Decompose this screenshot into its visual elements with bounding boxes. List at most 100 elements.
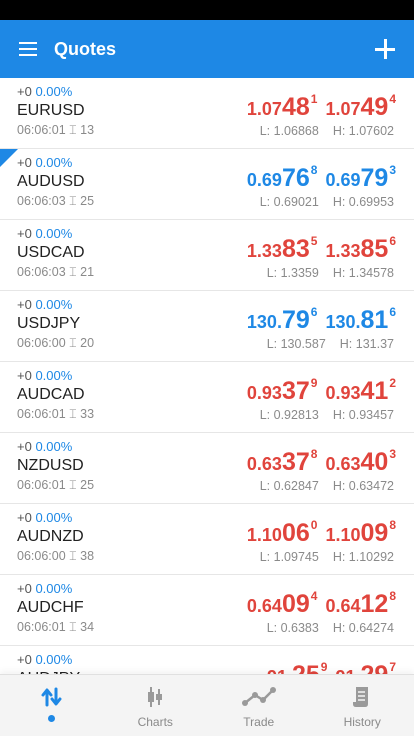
bid-price-pips: 76 bbox=[281, 164, 310, 192]
high-value: H: 1.07602 bbox=[332, 124, 394, 138]
ask-price-pips: 12 bbox=[360, 590, 389, 618]
tab-history[interactable]: History bbox=[311, 675, 414, 736]
ask-price[interactable]: 1.10098 bbox=[325, 518, 396, 548]
change-percent: 0.00% bbox=[35, 510, 73, 525]
ask-price-pips: 81 bbox=[360, 306, 389, 334]
ask-price-pips: 85 bbox=[360, 235, 389, 263]
spread-icon: ⌶ bbox=[69, 407, 81, 421]
ask-price[interactable]: 130.816 bbox=[325, 305, 396, 335]
spread-value: 38 bbox=[80, 549, 95, 563]
quote-meta: 06:06:01 ⌶ 25 bbox=[17, 478, 94, 493]
ask-price[interactable]: 1.07494 bbox=[325, 92, 396, 122]
tab-trade[interactable]: Trade bbox=[207, 675, 311, 736]
quote-row[interactable]: +0 0.00% USDCAD 06:06:03 ⌶ 21 1.33835 1.… bbox=[0, 220, 414, 291]
bid-price[interactable]: 0.64094 bbox=[247, 589, 318, 619]
tab-label: Charts bbox=[137, 715, 173, 729]
ask-price-fraction: 2 bbox=[389, 376, 396, 390]
ask-price-pips: 41 bbox=[360, 377, 389, 405]
bid-price[interactable]: 1.33835 bbox=[247, 234, 318, 264]
change-points: +0 bbox=[17, 652, 32, 667]
tab-label: Trade bbox=[243, 715, 275, 729]
change: +0 0.00% bbox=[17, 155, 72, 170]
ask-price-fraction: 6 bbox=[389, 305, 396, 319]
spread-value: 21 bbox=[80, 265, 95, 279]
change-percent: 0.00% bbox=[35, 155, 73, 170]
quote-row[interactable]: +0 0.00% AUDCAD 06:06:01 ⌶ 33 0.93379 0.… bbox=[0, 362, 414, 433]
ask-price-fraction: 8 bbox=[389, 518, 396, 532]
quote-row[interactable]: +0 0.00% AUDCHF 06:06:01 ⌶ 34 0.64094 0.… bbox=[0, 575, 414, 646]
low-value: L: 0.69021 bbox=[259, 195, 319, 209]
quote-row[interactable]: +0 0.00% AUDUSD 06:06:03 ⌶ 25 0.69768 0.… bbox=[0, 149, 414, 220]
ask-price[interactable]: 1.33856 bbox=[325, 234, 396, 264]
ask-price[interactable]: 0.64128 bbox=[325, 589, 396, 619]
bid-price[interactable]: 130.796 bbox=[247, 305, 318, 335]
change: +0 0.00% bbox=[17, 510, 72, 525]
bid-price-prefix: 0.93 bbox=[246, 383, 282, 403]
change-points: +0 bbox=[17, 368, 32, 383]
ask-price[interactable]: 0.69793 bbox=[325, 163, 396, 193]
quote-row[interactable]: +0 0.00% NZDUSD 06:06:01 ⌶ 25 0.63378 0.… bbox=[0, 433, 414, 504]
symbol-name: AUDCAD bbox=[17, 386, 85, 403]
bid-price-pips: 06 bbox=[281, 519, 310, 547]
ask-price-prefix: 1.07 bbox=[325, 99, 361, 119]
bid-price-fraction: 8 bbox=[310, 163, 318, 177]
quote-row[interactable]: +0 0.00% EURUSD 06:06:01 ⌶ 13 1.07481 1.… bbox=[0, 78, 414, 149]
bid-price[interactable]: 0.69768 bbox=[247, 163, 318, 193]
change-percent: 0.00% bbox=[35, 297, 73, 312]
hamburger-icon bbox=[19, 42, 37, 56]
bid-price-prefix: 0.69 bbox=[246, 170, 282, 190]
low-value: L: 0.6383 bbox=[266, 621, 319, 635]
bid-price-pips: 37 bbox=[281, 448, 310, 476]
prices: 0.69768 0.69793 bbox=[247, 163, 396, 193]
bid-price[interactable]: 0.93379 bbox=[247, 376, 318, 406]
quote-row[interactable]: +0 0.00% AUDJPY 91.259 91.297 bbox=[0, 646, 414, 674]
prices: 130.796 130.816 bbox=[247, 305, 396, 335]
quote-row[interactable]: +0 0.00% AUDNZD 06:06:00 ⌶ 38 1.10060 1.… bbox=[0, 504, 414, 575]
quote-meta: 06:06:01 ⌶ 34 bbox=[17, 620, 94, 635]
low-value: L: 1.06868 bbox=[259, 124, 319, 138]
change-percent: 0.00% bbox=[35, 439, 73, 454]
menu-button[interactable] bbox=[0, 20, 56, 78]
bid-price[interactable]: 91.259 bbox=[267, 660, 328, 674]
plus-icon bbox=[375, 39, 395, 59]
bid-price-fraction: 5 bbox=[310, 234, 318, 248]
low-high: L: 0.62847 H: 0.63472 bbox=[260, 479, 394, 493]
quotes-arrows-icon bbox=[40, 685, 64, 709]
bid-price[interactable]: 1.07481 bbox=[247, 92, 318, 122]
ask-price-pips: 79 bbox=[360, 164, 389, 192]
quote-row[interactable]: +0 0.00% USDJPY 06:06:00 ⌶ 20 130.796 13… bbox=[0, 291, 414, 362]
bid-price-pips: 37 bbox=[281, 377, 310, 405]
quote-meta: 06:06:03 ⌶ 21 bbox=[17, 265, 94, 280]
high-value: H: 0.63472 bbox=[332, 479, 394, 493]
ask-price-prefix: 0.63 bbox=[325, 454, 361, 474]
quote-time: 06:06:03 bbox=[17, 194, 66, 208]
bid-price[interactable]: 1.10060 bbox=[247, 518, 318, 548]
spread-value: 13 bbox=[80, 123, 95, 137]
bid-price-pips: 83 bbox=[281, 235, 310, 263]
ask-price-prefix: 130. bbox=[325, 312, 361, 332]
quotes-list[interactable]: +0 0.00% EURUSD 06:06:01 ⌶ 13 1.07481 1.… bbox=[0, 78, 414, 674]
symbol-name: AUDNZD bbox=[17, 528, 84, 545]
symbol-name: USDJPY bbox=[17, 315, 81, 332]
spread-icon: ⌶ bbox=[69, 123, 81, 137]
add-symbol-button[interactable] bbox=[366, 20, 404, 78]
bid-price[interactable]: 0.63378 bbox=[247, 447, 318, 477]
quote-time: 06:06:01 bbox=[17, 407, 66, 421]
ask-price-pips: 09 bbox=[360, 519, 389, 547]
tab-charts[interactable]: Charts bbox=[104, 675, 208, 736]
quote-time: 06:06:01 bbox=[17, 478, 66, 492]
spread-icon: ⌶ bbox=[69, 478, 81, 492]
quote-meta: 06:06:00 ⌶ 20 bbox=[17, 336, 94, 351]
trade-line-icon bbox=[241, 685, 276, 709]
symbol-name: AUDCHF bbox=[17, 599, 84, 616]
spread-value: 25 bbox=[80, 194, 95, 208]
tab-quotes[interactable] bbox=[0, 675, 104, 736]
low-high: L: 1.09745 H: 1.10292 bbox=[260, 550, 394, 564]
low-high: L: 130.587 H: 131.37 bbox=[267, 337, 394, 351]
ask-price[interactable]: 91.297 bbox=[335, 660, 396, 674]
bid-price-prefix: 1.07 bbox=[246, 99, 282, 119]
spread-value: 20 bbox=[80, 336, 95, 350]
ask-price[interactable]: 0.63403 bbox=[325, 447, 396, 477]
ask-price[interactable]: 0.93412 bbox=[325, 376, 396, 406]
active-tab-indicator bbox=[48, 715, 56, 722]
